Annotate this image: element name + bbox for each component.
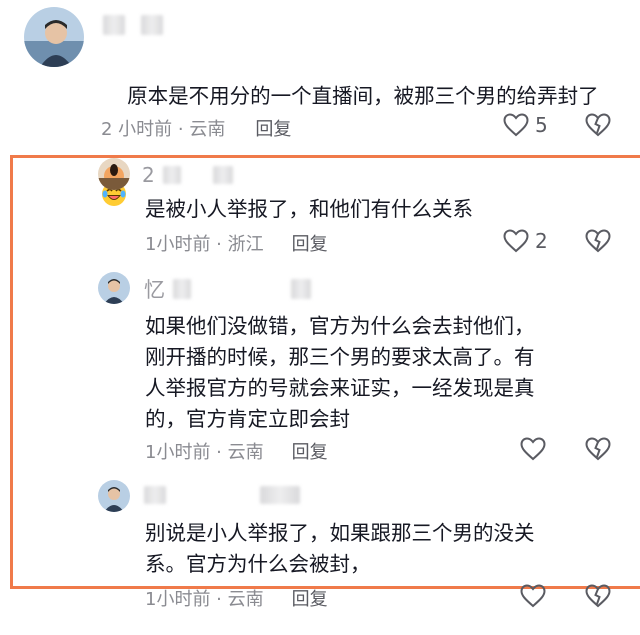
comment-body: 别说是小人举报了，如果跟那三个男的没关 系。官方为什么会被封， [145,521,535,576]
reply-button[interactable]: 回复 [292,438,328,464]
time-location: 1小时前 · 浙江 [145,234,264,255]
reply-button[interactable]: 回复 [292,585,328,611]
comment-meta: 1小时前 · 云南 回复 [145,585,328,611]
comment-meta: 1小时前 · 云南 回复 [145,438,328,464]
broken-heart-icon [585,437,611,461]
broken-heart-icon [585,229,611,253]
comment-body: 如果他们没做错，官方为什么会去封他们， 刚开播的时候，那三个男的要求太高了。有 … [145,314,535,431]
heart-outline-icon [503,113,529,137]
avatar[interactable] [98,272,130,304]
comment-meta: 1小时前 · 浙江 回复 [145,230,328,256]
dislike-button[interactable] [585,113,611,141]
avatar[interactable] [98,158,130,190]
dislike-button[interactable] [585,437,611,465]
like-count: 2 [535,229,548,253]
like-button[interactable]: 5 [503,113,548,137]
username[interactable] [144,484,308,506]
username[interactable]: 忆 [144,278,311,302]
broken-heart-icon [585,113,611,137]
reply-button[interactable]: 回复 [255,115,291,141]
like-button[interactable] [520,584,552,608]
time-location: 2 小时前 · 云南 [101,119,226,140]
time-location: 1小时前 · 云南 [145,589,264,610]
like-count: 5 [535,113,548,137]
username[interactable] [103,14,171,36]
heart-outline-icon [503,229,529,253]
time-location: 1小时前 · 云南 [145,442,264,463]
reply-button[interactable]: 回复 [292,230,328,256]
comment-body: 是被小人举报了，和他们有什么关系 [145,197,473,221]
comment-meta: 2 小时前 · 云南 回复 [101,115,291,141]
heart-outline-icon [520,437,546,461]
heart-outline-icon [520,584,546,608]
username[interactable]: 2 [142,163,233,187]
broken-heart-icon [585,584,611,608]
dislike-button[interactable] [585,584,611,612]
like-button[interactable] [520,437,552,461]
like-button[interactable]: 2 [503,229,548,253]
dislike-button[interactable] [585,229,611,257]
avatar[interactable] [24,7,84,67]
avatar[interactable] [98,480,130,512]
